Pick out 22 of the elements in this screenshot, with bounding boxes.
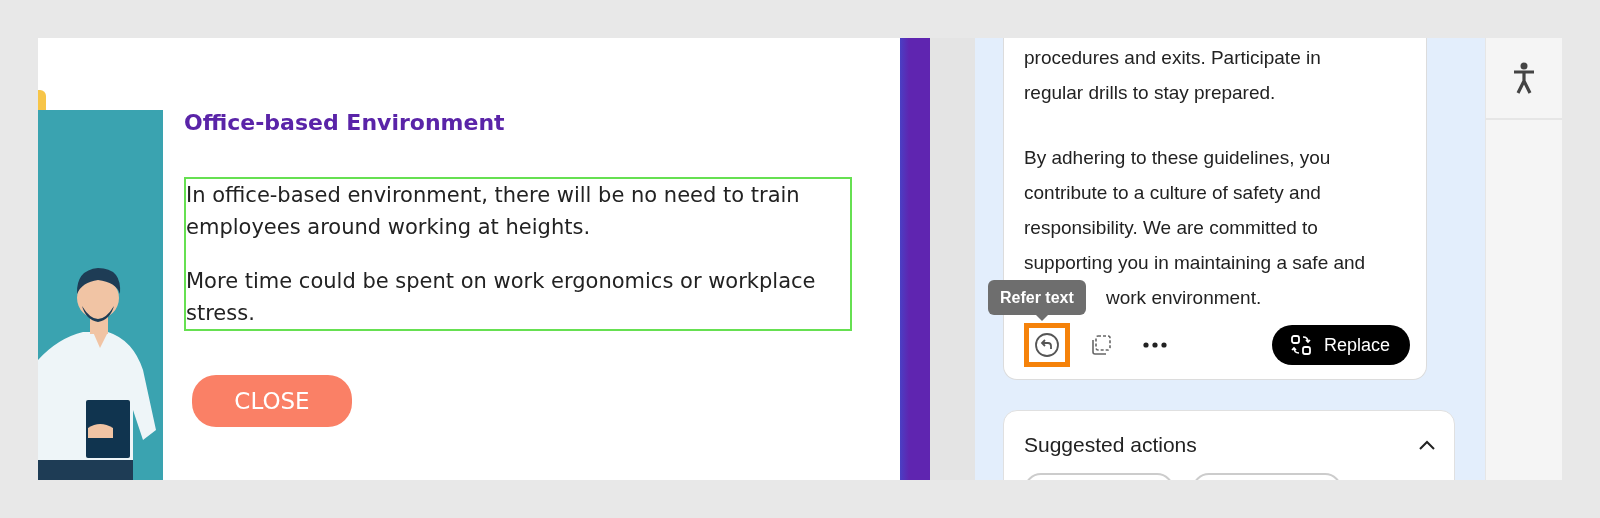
response-text: supporting you in maintaining a safe and: [1024, 251, 1367, 275]
refer-button[interactable]: [1024, 323, 1070, 367]
tab-corner: [38, 90, 46, 110]
body-paragraph: In office-based environment, there will be no need to train employees around working at heights.: [186, 182, 801, 241]
more-icon: [1142, 341, 1168, 349]
response-text: responsibility. We are committed to: [1024, 216, 1319, 240]
tooltip: Refer text: [988, 280, 1086, 315]
copy-icon: [1089, 333, 1113, 357]
response-text: work environment.: [1106, 286, 1263, 310]
undo-circle-icon: [1034, 332, 1060, 358]
response-text: contribute to a culture of safety and: [1024, 181, 1322, 205]
replace-button[interactable]: Replace: [1271, 325, 1410, 365]
swap-icon: [1289, 334, 1312, 356]
accessibility-icon[interactable]: [1513, 62, 1535, 94]
response-text: regular drills to stay prepared.: [1024, 81, 1277, 105]
tooltip-pointer: [1036, 315, 1048, 321]
suggestions-title: Suggested actions: [1024, 433, 1197, 457]
chevron-icon[interactable]: [1418, 439, 1436, 451]
body-paragraph: More time could be spent on work ergonomics or workplace stress.: [186, 268, 817, 327]
response-text: By adhering to these guidelines, you: [1024, 146, 1332, 170]
slide-title: Office-based Environment: [184, 110, 506, 135]
response-text: procedures and exits. Participate in: [1024, 46, 1322, 70]
